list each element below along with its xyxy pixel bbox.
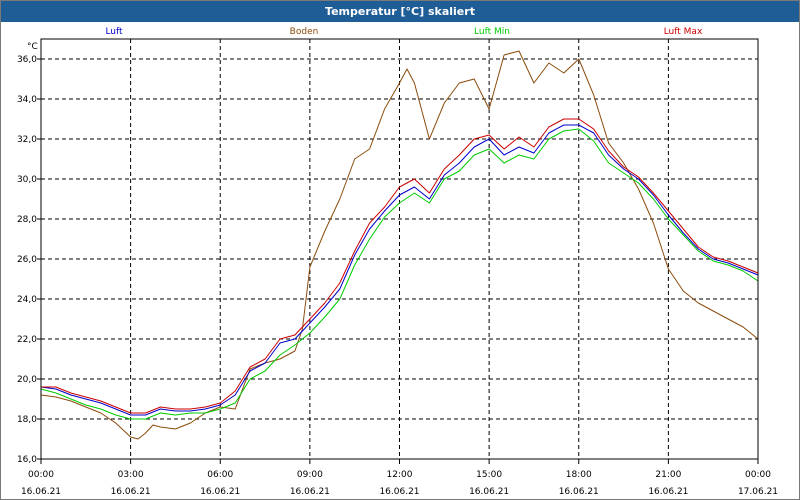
x-tick-time-label: 09:00: [297, 470, 323, 480]
x-axis: 00:00 16.06.21 03:00 16.06.21 06:00 16.06.21 0…: [21, 459, 778, 497]
legend-entry: Luft: [105, 27, 123, 37]
x-tick-time-label: 15:00: [476, 470, 502, 480]
x-tick-date-label: 16.06.21: [21, 487, 61, 497]
y-tick-label: 30,0: [17, 175, 37, 185]
temperature-chart: Luft Boden Luft Min Luft Max 16,0 18,0 20,0 22…: [17, 27, 778, 497]
legend-entry: Luft Min: [474, 27, 510, 37]
x-tick-date-label: 16.06.21: [290, 487, 330, 497]
y-tick-label: 32,0: [17, 135, 37, 145]
x-tick-date-label: 16.06.21: [469, 487, 509, 497]
y-axis: 16,0 18,0 20,0 22,0 24,0 26,0 28,0 30,0 32,0 34,0…: [17, 42, 41, 465]
x-tick-date-label: 16.06.21: [648, 487, 688, 497]
x-tick-date-label: 16.06.21: [559, 487, 599, 497]
x-tick-time-label: 00:00: [745, 470, 771, 480]
y-tick-label: 22,0: [17, 335, 37, 345]
y-tick-label: 26,0: [17, 255, 37, 265]
legend: Luft Boden Luft Min Luft Max: [105, 27, 703, 37]
y-tick-label: 16,0: [17, 455, 37, 465]
y-axis-unit-label: °C: [27, 42, 38, 52]
y-tick-label: 20,0: [17, 375, 37, 385]
x-tick-date-label: 17.06.21: [738, 487, 778, 497]
legend-entry: Boden: [290, 27, 319, 37]
y-tick-label: 34,0: [17, 95, 37, 105]
x-tick-date-label: 16.06.21: [200, 487, 240, 497]
x-tick-time-label: 21:00: [655, 470, 681, 480]
x-tick-date-label: 16.06.21: [379, 487, 419, 497]
x-tick-time-label: 03:00: [118, 470, 144, 480]
chart-title: Temperatur [°C] skaliert: [1, 1, 799, 22]
x-tick-time-label: 06:00: [207, 470, 233, 480]
x-tick-time-label: 00:00: [28, 470, 54, 480]
x-tick-time-label: 18:00: [566, 470, 592, 480]
y-tick-label: 36,0: [17, 55, 37, 65]
y-tick-label: 24,0: [17, 295, 37, 305]
gridlines: [41, 39, 758, 459]
chart-window: Temperatur [°C] skaliert Luft Boden Luft M…: [0, 0, 800, 500]
legend-entry: Luft Max: [664, 27, 703, 37]
y-tick-label: 18,0: [17, 415, 37, 425]
y-tick-label: 28,0: [17, 215, 37, 225]
x-tick-date-label: 16.06.21: [111, 487, 151, 497]
x-tick-time-label: 12:00: [387, 470, 413, 480]
